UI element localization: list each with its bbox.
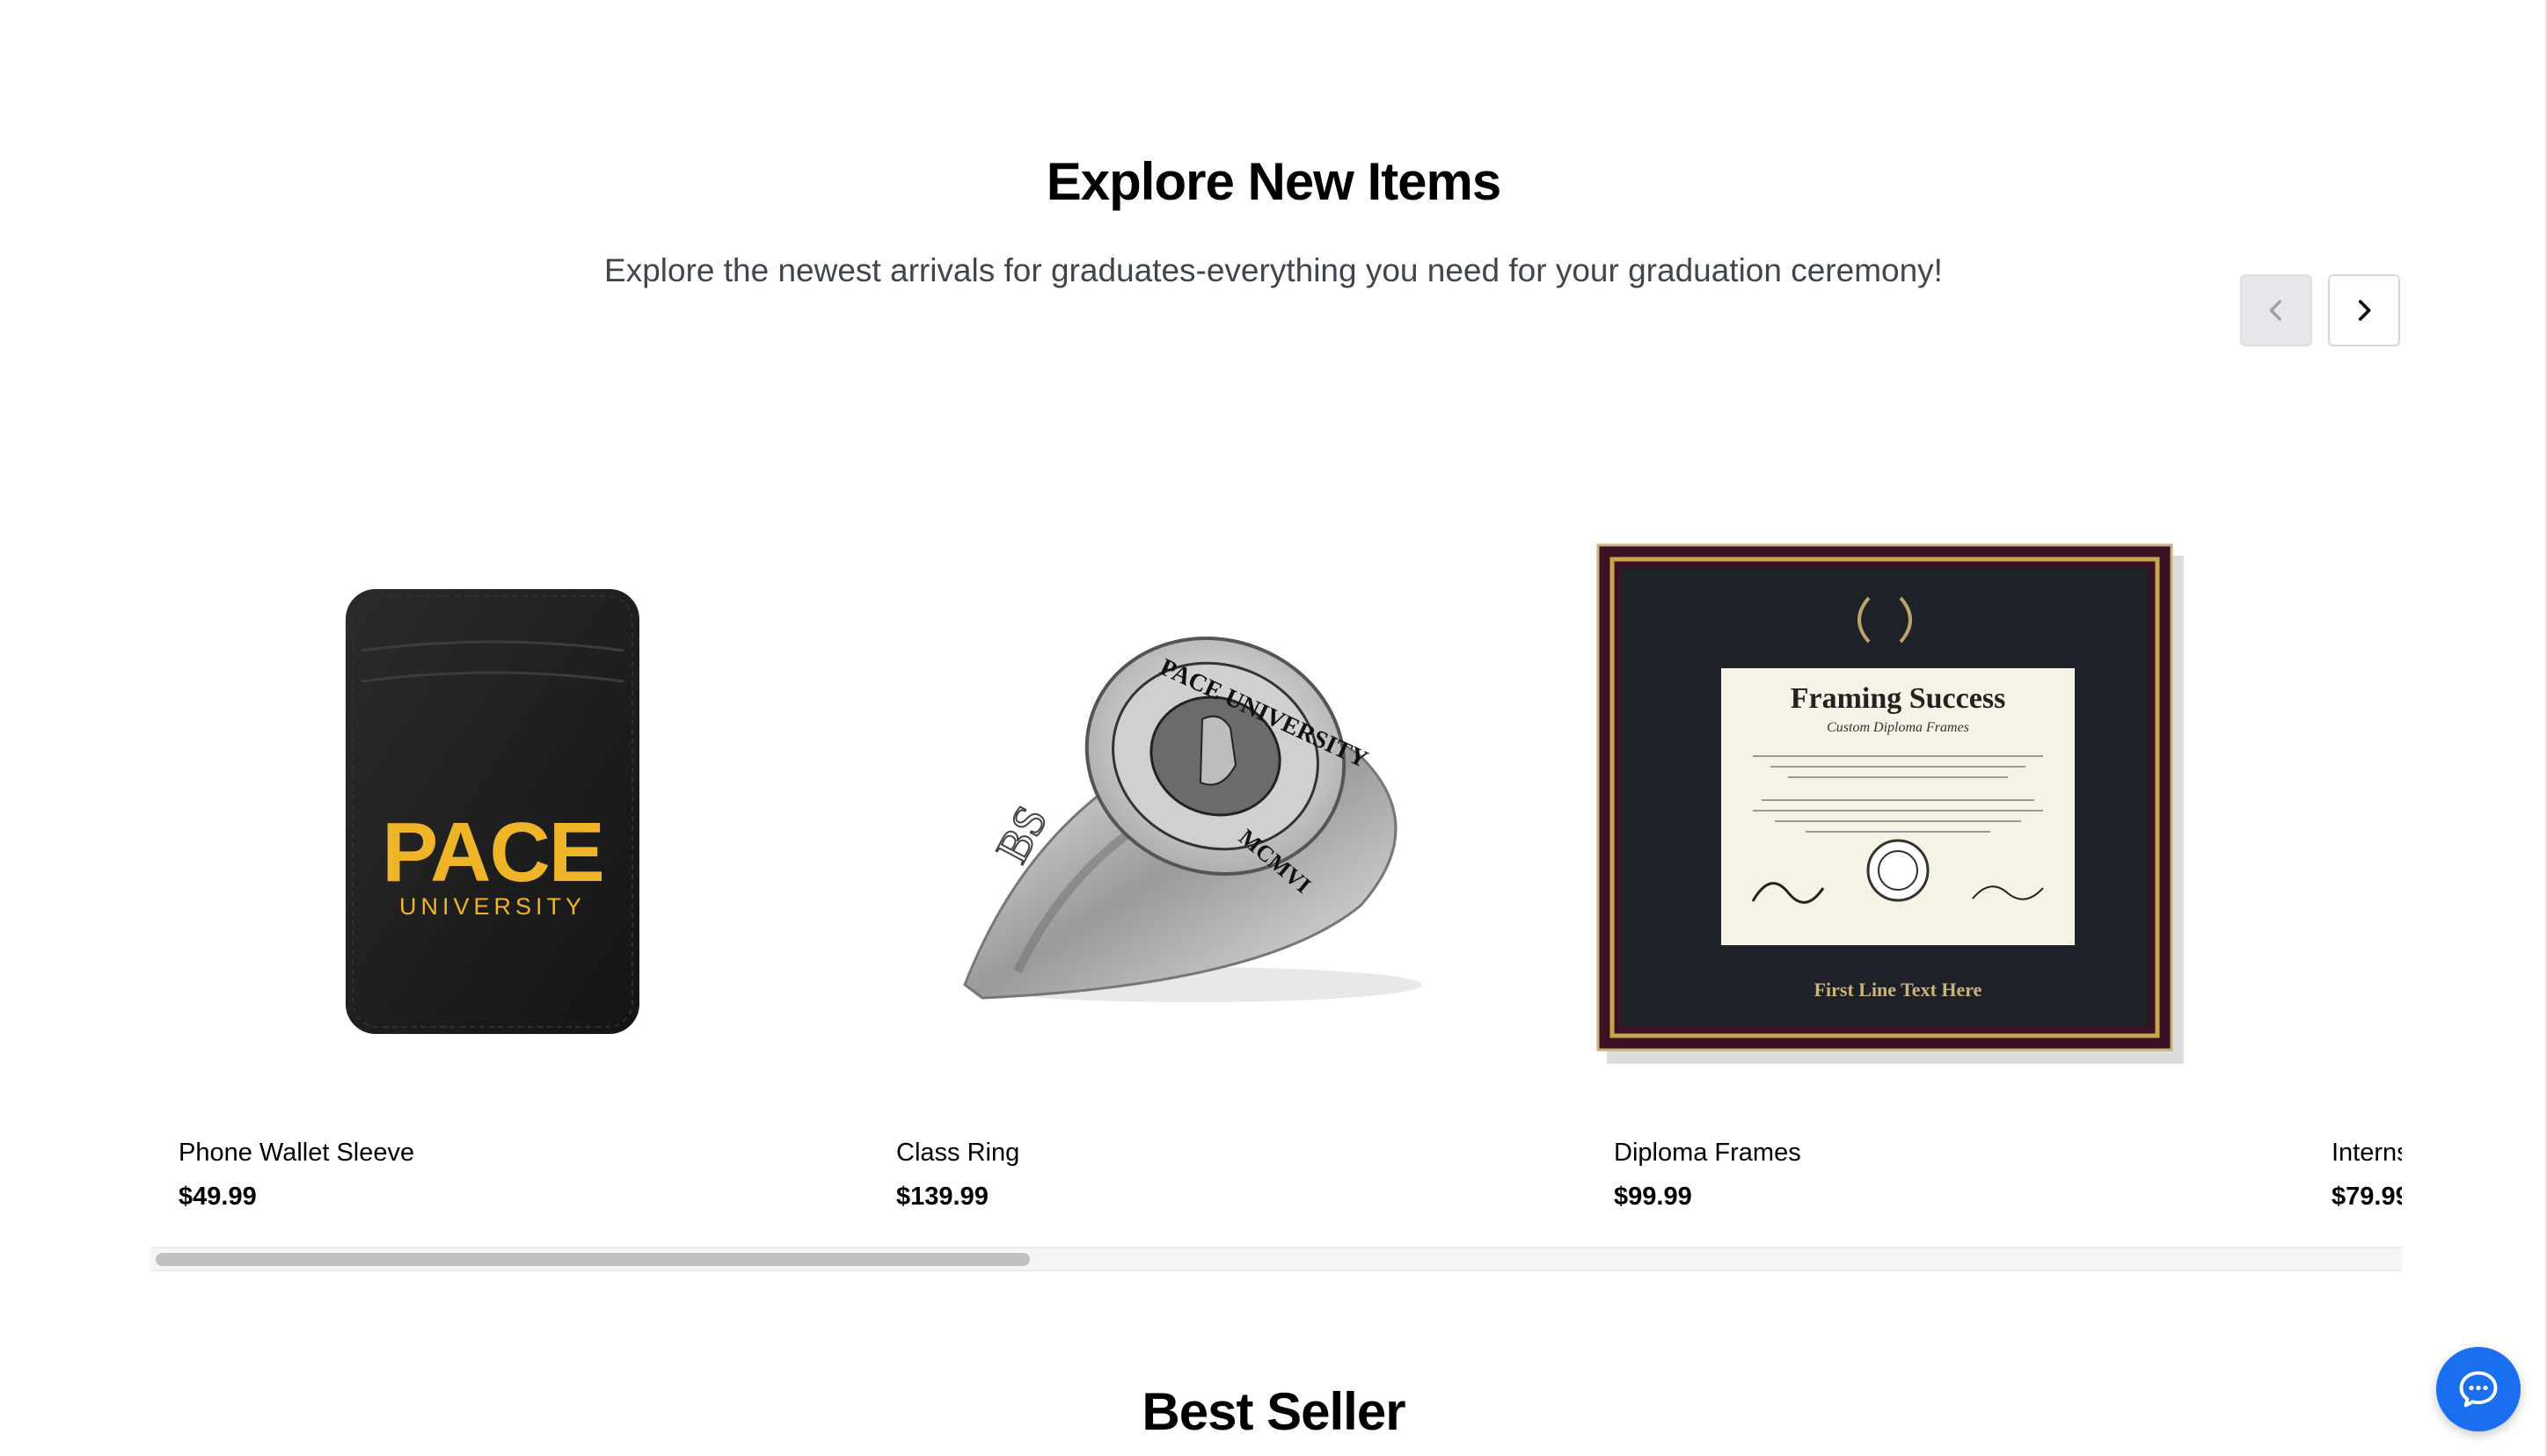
product-card[interactable]: Internship Portfolio $79.99 [2303, 492, 2402, 1249]
best-seller-section-title: Best Seller [1142, 1382, 1405, 1441]
chevron-left-icon [2269, 300, 2281, 321]
product-name[interactable]: Diploma Frames [1614, 1139, 1801, 1168]
svg-text:First Line Text Here: First Line Text Here [1814, 979, 1982, 1001]
product-name[interactable]: Class Ring [896, 1139, 1019, 1168]
product-price: $79.99 [2332, 1183, 2402, 1211]
class-ring-image[interactable]: PACE UNIVERSITY MCMVI BS [868, 492, 1536, 1108]
carousel-prev-button[interactable] [2240, 274, 2312, 346]
carousel-next-button[interactable] [2328, 274, 2400, 346]
product-name[interactable]: Internship Portfolio [2332, 1139, 2402, 1168]
product-price: $99.99 [1614, 1183, 1692, 1211]
chat-button[interactable] [2436, 1347, 2521, 1431]
carousel-scrollbar[interactable] [150, 1247, 2402, 1271]
product-price: $139.99 [896, 1183, 989, 1211]
chevron-right-icon [2358, 300, 2371, 321]
product-price: $49.99 [179, 1183, 257, 1211]
product-card[interactable]: Framing Success Custom Diploma Frames Fi… [1586, 492, 2254, 1249]
svg-text:Framing Success: Framing Success [1791, 682, 2006, 715]
explore-section-subtitle: Explore the newest arrivals for graduate… [604, 252, 1943, 288]
explore-section-title: Explore New Items [1046, 152, 1502, 211]
carousel-scrollbar-thumb[interactable] [156, 1253, 1030, 1266]
svg-text:UNIVERSITY: UNIVERSITY [399, 893, 586, 920]
svg-text:Custom Diploma Frames: Custom Diploma Frames [1827, 720, 1969, 735]
product-card[interactable]: PACE UNIVERSITY MCMVI BS Class Ring $139… [868, 492, 1536, 1249]
chat-bubble-icon [2459, 1371, 2498, 1408]
new-items-carousel[interactable]: PACE UNIVERSITY Phone Wallet Sleeve $49.… [150, 492, 2402, 1249]
phone-wallet-sleeve-image[interactable]: PACE UNIVERSITY [150, 492, 819, 1108]
svg-text:PACE: PACE [382, 805, 603, 899]
product-name[interactable]: Phone Wallet Sleeve [179, 1139, 414, 1168]
product-card[interactable]: PACE UNIVERSITY Phone Wallet Sleeve $49.… [150, 492, 819, 1249]
diploma-frame-image[interactable]: Framing Success Custom Diploma Frames Fi… [1586, 492, 2254, 1108]
